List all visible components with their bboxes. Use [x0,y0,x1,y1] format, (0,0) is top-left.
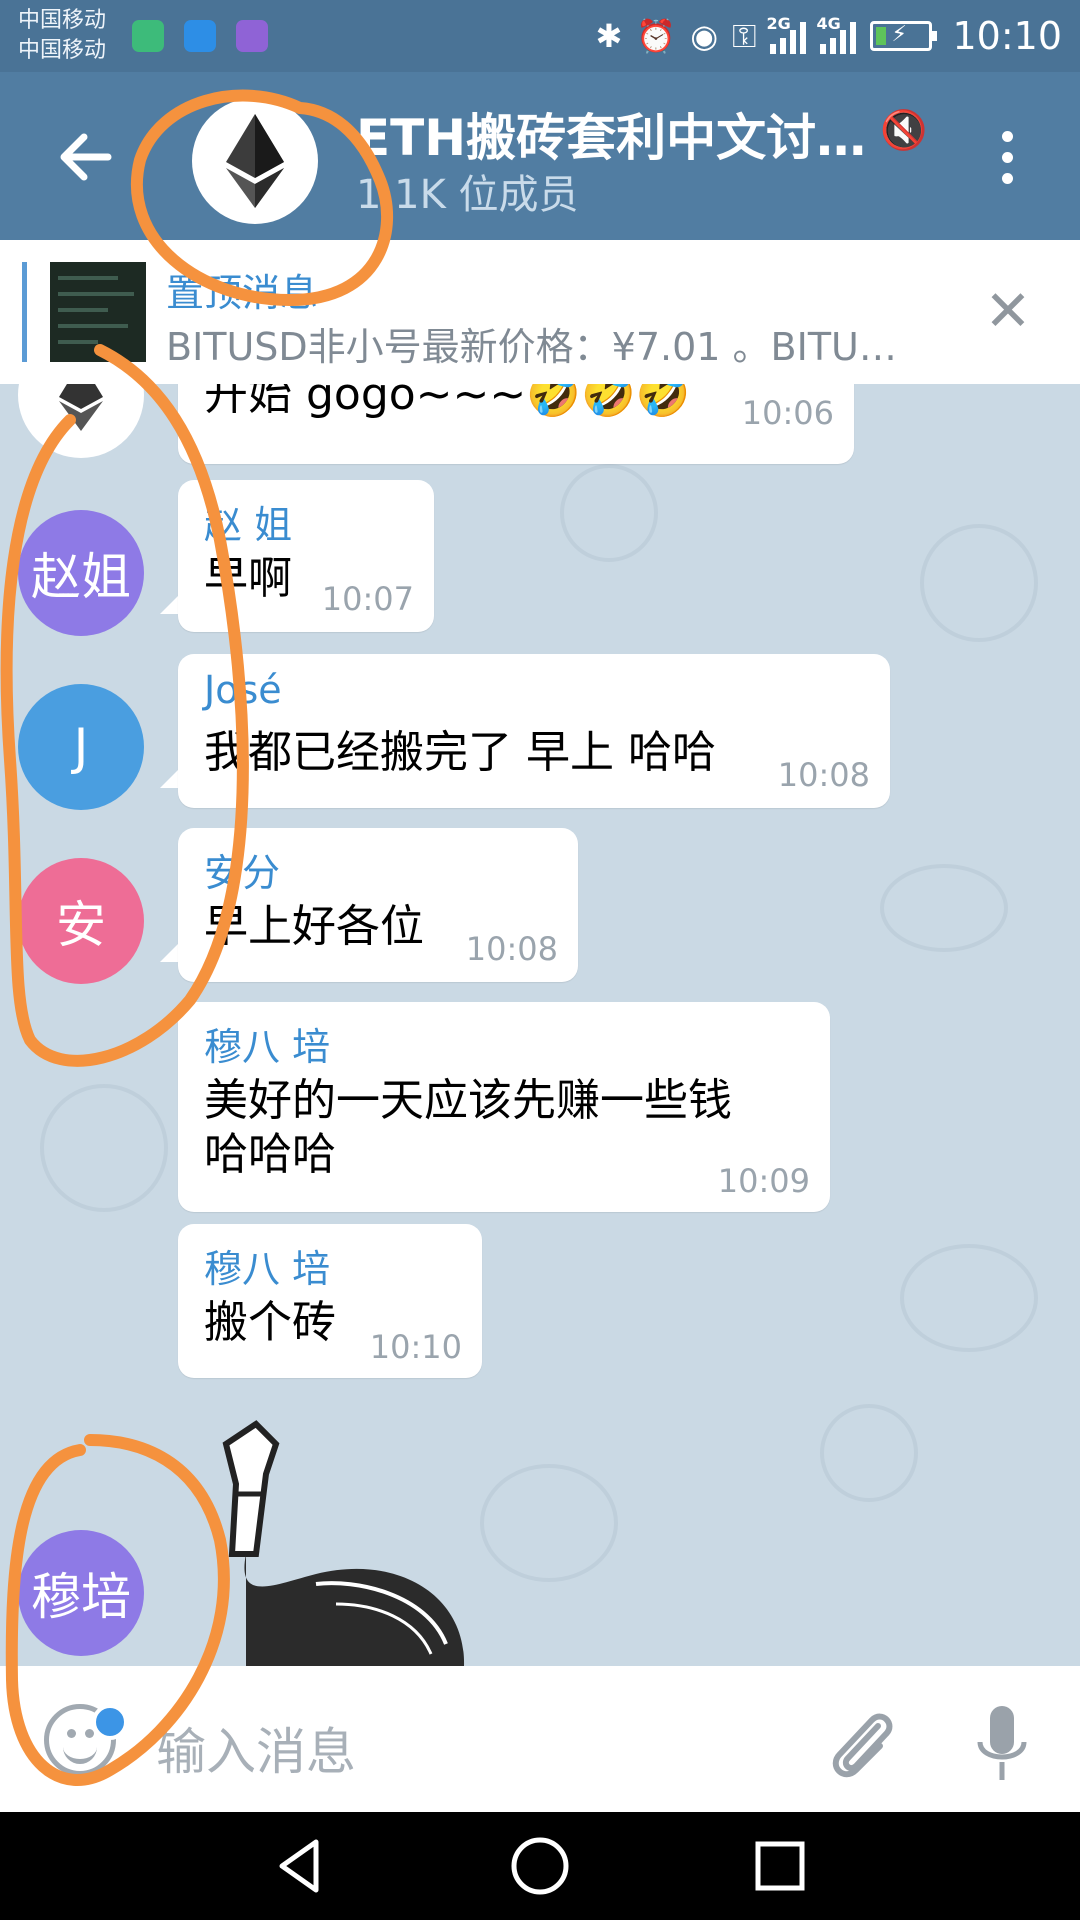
pinned-message[interactable]: 置顶消息 BITUSD非小号最新价格：¥7.01 。BITU… ✕ [0,240,1080,385]
nav-recents-icon[interactable] [748,1834,812,1898]
carrier-labels: 中国移动 中国移动 [18,6,106,66]
back-arrow-icon[interactable] [52,122,122,192]
sticker-image [222,1420,465,1666]
group-avatar[interactable] [192,98,318,224]
sender-name: 穆八 培 [204,1025,331,1069]
pinned-accent-bar [22,262,27,362]
status-bar: 中国移动 中国移动 ✱ ⏰ ◉ ⚿ 2G 4G ⚡ 10:10 [0,0,1080,72]
message-text: 搬个砖 [204,1297,336,1348]
background-doodle [480,1464,618,1582]
message-bubble[interactable]: 穆八 培 搬个砖 10:10 [178,1224,482,1378]
sticker[interactable] [196,1404,496,1666]
message-time: 10:06 [741,394,834,432]
attach-icon[interactable] [820,1702,904,1786]
network-type-2: 4G [816,14,841,33]
background-doodle [40,1084,168,1212]
message-time: 10:07 [321,580,414,618]
message-text: 开始 gogo~~~🤣🤣🤣 [204,384,691,420]
app-notification-icon [132,20,164,52]
message-notification-icon [184,20,216,52]
message-list[interactable]: 开始 gogo~~~🤣🤣🤣 10:06 赵姐 赵 姐 早啊 10:07 J Jo… [0,384,1080,1666]
pinned-title: 置顶消息 [166,271,319,315]
message-input[interactable]: 输入消息 [156,1712,356,1784]
background-doodle [900,1244,1038,1352]
pinned-text: BITUSD非小号最新价格：¥7.01 。BITU… [166,325,897,369]
key-icon: ⚿ [732,16,757,55]
avatar[interactable]: J [18,684,144,810]
carrier-1: 中国移动 [18,8,107,33]
bluetooth-icon: ✱ [595,17,623,55]
mute-icon: 🔇 [880,108,928,152]
status-icons: ✱ ⏰ ◉ ⚿ 2G 4G ⚡ 10:10 [596,0,1062,72]
sender-name: 赵 姐 [204,503,293,547]
message-bubble[interactable]: José 我都已经搬完了 早上 哈哈 10:08 [178,654,890,808]
message-time: 10:09 [717,1162,810,1200]
message-text: 早上好各位 [204,901,424,952]
alarm-icon: ⏰ [636,17,677,55]
background-doodle [560,464,658,562]
message-time: 10:08 [777,756,870,794]
sender-name: José [204,668,282,712]
clock: 10:10 [952,14,1062,58]
charging-icon: ⚡ [891,22,907,47]
background-doodle [820,1404,918,1502]
signal-4g-icon: 4G [816,14,857,54]
nav-home-icon[interactable] [508,1834,572,1898]
network-type-1: 2G [766,14,791,33]
message-time: 10:10 [369,1328,462,1366]
sender-name: 安分 [204,851,281,895]
chat-title[interactable]: ETH搬砖套利中文讨… [356,98,866,170]
message-bubble[interactable]: 开始 gogo~~~🤣🤣🤣 10:06 [178,384,854,464]
eye-icon: ◉ [690,17,719,55]
mic-icon[interactable] [972,1702,1032,1786]
pinned-thumbnail [50,262,146,362]
message-text: 早啊 [204,553,292,604]
close-icon[interactable]: ✕ [982,282,1034,342]
avatar[interactable]: 赵姐 [18,510,144,636]
emoji-badge [92,1704,128,1740]
gallery-notification-icon [236,20,268,52]
sender-name: 穆八 培 [204,1247,331,1291]
message-bubble[interactable]: 穆八 培 美好的一天应该先赚一些钱 哈哈哈 10:09 [178,1002,830,1212]
message-text: 我都已经搬完了 早上 哈哈 [204,727,716,778]
message-time: 10:08 [465,930,558,968]
battery-icon: ⚡ [870,21,938,51]
composer: 输入消息 [0,1666,1080,1812]
system-navigation-bar [0,1812,1080,1920]
ethereum-logo-icon [59,384,103,431]
background-doodle [880,864,1008,952]
carrier-2: 中国移动 [18,38,107,63]
message-bubble[interactable]: 安分 早上好各位 10:08 [178,828,578,982]
message-text: 哈哈哈 [204,1129,336,1180]
avatar[interactable]: 穆培 [18,1530,144,1656]
nav-back-icon[interactable] [270,1834,334,1898]
battery-fill [876,27,887,45]
avatar[interactable]: 安 [18,858,144,984]
more-vert-icon[interactable] [990,122,1024,192]
message-text: 美好的一天应该先赚一些钱 [204,1075,732,1126]
signal-2g-icon: 2G [766,14,807,54]
member-count: 1.1K 位成员 [356,172,579,218]
message-bubble[interactable]: 赵 姐 早啊 10:07 [178,480,434,632]
chat-header: ETH搬砖套利中文讨… 🔇 1.1K 位成员 [0,72,1080,240]
ethereum-logo-icon [226,114,284,208]
avatar[interactable] [18,384,144,458]
background-doodle [920,524,1038,642]
